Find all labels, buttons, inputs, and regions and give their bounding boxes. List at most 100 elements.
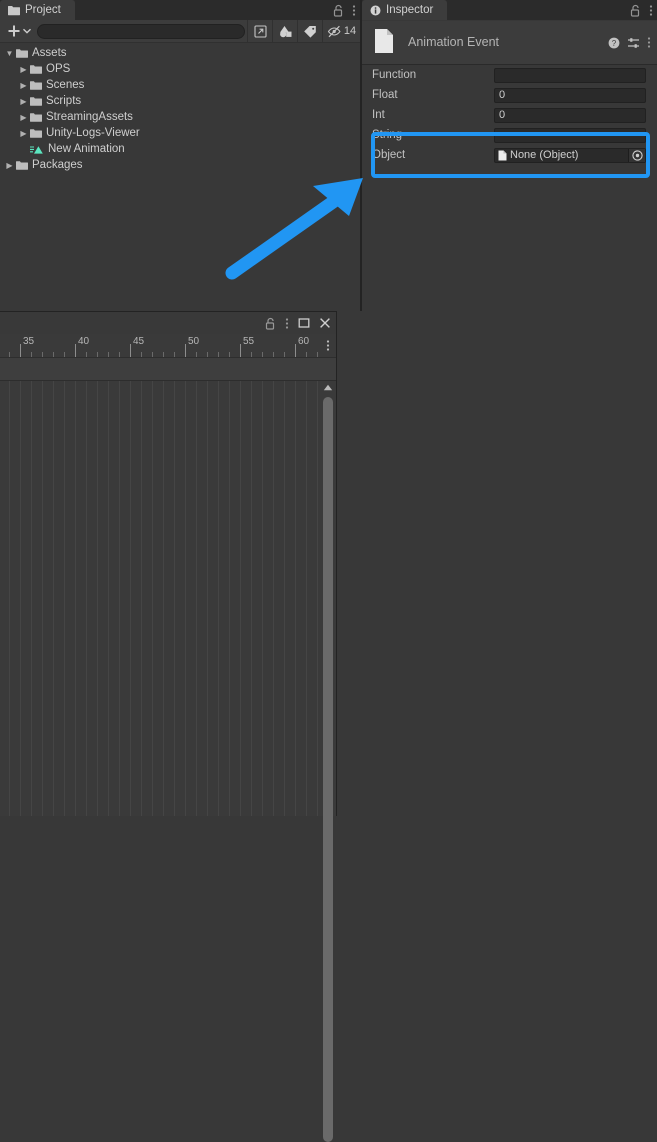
timeline-grid[interactable]: [0, 381, 336, 816]
ruler-minor-tick: [42, 352, 43, 357]
timeline-ruler[interactable]: 35 40 45 50 55 60: [0, 334, 336, 358]
chevron-right-icon[interactable]: ▶: [17, 81, 30, 90]
field-input-int[interactable]: 0: [494, 107, 646, 123]
hidden-assets-toggle[interactable]: 14: [322, 20, 360, 42]
ruler-minor-tick: [174, 352, 175, 357]
close-icon[interactable]: [319, 317, 331, 329]
ruler-minor-tick: [196, 352, 197, 357]
create-asset-button[interactable]: [0, 21, 37, 41]
field-value: 0: [499, 109, 506, 121]
inspector-tabstrip-controls: [630, 0, 653, 20]
object-picker-icon[interactable]: [628, 148, 645, 162]
timeline-vertical-scrollbar[interactable]: [320, 381, 336, 1142]
tree-item-label: Packages: [32, 159, 83, 171]
field-value: 0: [499, 89, 506, 101]
timeline-gridline: [130, 381, 131, 816]
timeline-gridline: [174, 381, 175, 816]
lock-open-icon[interactable]: [265, 317, 276, 330]
timeline-gridline: [86, 381, 87, 816]
info-icon: [370, 5, 381, 16]
tree-item-label: Scenes: [46, 79, 85, 91]
animation-clip-icon: [30, 144, 44, 155]
kebab-menu-icon[interactable]: [649, 4, 653, 17]
type-filter-button[interactable]: [272, 20, 297, 42]
timeline-gridline: [20, 381, 21, 816]
tab-project[interactable]: Project: [0, 0, 75, 20]
lock-open-icon[interactable]: [630, 4, 641, 17]
ruler-minor-tick: [141, 352, 142, 357]
kebab-menu-icon[interactable]: [647, 36, 651, 49]
tab-inspector[interactable]: Inspector: [362, 0, 448, 20]
timeline-gridline: [108, 381, 109, 816]
chevron-right-icon[interactable]: ▶: [17, 113, 30, 122]
kebab-menu-icon[interactable]: [320, 334, 336, 357]
timeline-gridline: [185, 381, 186, 816]
chevron-right-icon[interactable]: ▶: [17, 97, 30, 106]
editor-background-gap: [336, 311, 362, 815]
tree-item-new-animation[interactable]: New Animation: [0, 141, 360, 157]
field-row-function: Function: [362, 65, 657, 85]
preset-icon[interactable]: [627, 37, 640, 49]
tree-item-unity-logs-viewer[interactable]: ▶ Unity-Logs-Viewer: [0, 125, 360, 141]
animation-window-titlebar: [0, 312, 336, 334]
inspector-header: Animation Event ?: [362, 21, 657, 65]
tree-item-label: Unity-Logs-Viewer: [46, 127, 140, 139]
chevron-right-icon[interactable]: ▶: [3, 161, 16, 170]
folder-icon: [8, 5, 20, 16]
tree-item-label: Assets: [32, 47, 67, 59]
help-icon[interactable]: ?: [608, 37, 620, 49]
field-label-function: Function: [372, 69, 417, 81]
timeline-gridline: [306, 381, 307, 816]
ruler-minor-tick: [273, 352, 274, 357]
ruler-major-tick: [20, 344, 21, 357]
field-row-object: Object None (Object): [362, 145, 657, 165]
kebab-menu-icon[interactable]: [285, 317, 289, 330]
ruler-minor-tick: [119, 352, 120, 357]
search-input-box[interactable]: [37, 23, 245, 39]
animation-event-fields: Function Float 0 Int 0 String Object None (Obje…: [362, 65, 657, 165]
ruler-minor-tick: [163, 352, 164, 357]
kebab-menu-icon[interactable]: [352, 4, 356, 17]
search-field-wrapper: [37, 23, 245, 39]
chevron-right-icon[interactable]: ▶: [17, 129, 30, 138]
ruler-minor-tick: [262, 352, 263, 357]
ruler-minor-tick: [31, 352, 32, 357]
tree-item-streamingassets[interactable]: ▶ StreamingAssets: [0, 109, 360, 125]
save-search-button[interactable]: [247, 20, 272, 42]
folder-icon: [16, 160, 28, 171]
label-filter-button[interactable]: [297, 20, 322, 42]
field-input-function[interactable]: [494, 67, 646, 83]
search-input[interactable]: [56, 25, 244, 37]
ruler-tick-label: 40: [78, 336, 90, 347]
tree-item-ops[interactable]: ▶ OPS: [0, 61, 360, 77]
inspector-tabstrip: Inspector: [362, 0, 657, 20]
object-field-value-group: None (Object): [498, 149, 578, 161]
field-label-object: Object: [372, 149, 406, 161]
ruler-minor-tick: [152, 352, 153, 357]
field-input-object[interactable]: None (Object): [494, 147, 646, 163]
ruler-minor-tick: [284, 352, 285, 357]
timeline-gridline: [97, 381, 98, 816]
tree-item-scripts[interactable]: ▶ Scripts: [0, 93, 360, 109]
timeline-event-strip[interactable]: [0, 358, 336, 381]
chevron-right-icon[interactable]: ▶: [17, 65, 30, 74]
timeline-gridline: [9, 381, 10, 816]
ruler-minor-tick: [53, 352, 54, 357]
ruler-major-tick: [185, 344, 186, 357]
timeline-gridline: [295, 381, 296, 816]
inspector-title: Animation Event: [408, 35, 500, 49]
field-input-float[interactable]: 0: [494, 87, 646, 103]
maximize-icon[interactable]: [298, 317, 310, 329]
triangle-up-icon[interactable]: [323, 384, 333, 391]
field-input-string[interactable]: [494, 127, 646, 143]
ruler-minor-tick: [317, 352, 318, 357]
tree-item-assets[interactable]: ▼ Assets: [0, 45, 360, 61]
timeline-gridline: [251, 381, 252, 816]
timeline-gridline: [229, 381, 230, 816]
scrollbar-thumb[interactable]: [323, 397, 333, 1142]
tab-inspector-label: Inspector: [386, 4, 434, 16]
chevron-down-icon[interactable]: ▼: [3, 49, 16, 58]
tree-item-label: New Animation: [48, 143, 125, 155]
lock-open-icon[interactable]: [333, 4, 344, 17]
tree-item-scenes[interactable]: ▶ Scenes: [0, 77, 360, 93]
